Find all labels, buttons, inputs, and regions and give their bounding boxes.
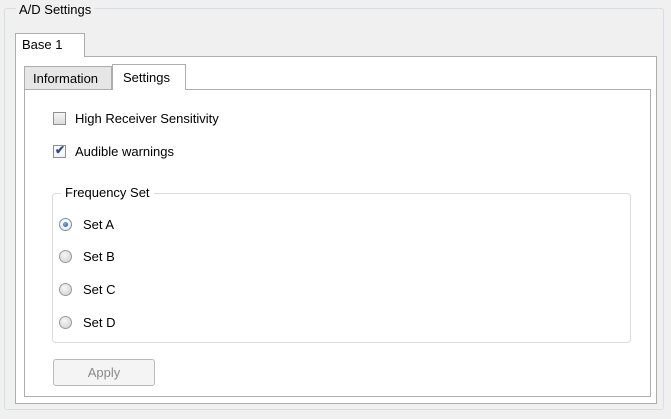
radio-set-d-button[interactable]: [59, 315, 72, 329]
high-receiver-sensitivity-option[interactable]: High Receiver Sensitivity: [53, 110, 219, 126]
tab-base-1-label: Base 1: [22, 37, 63, 52]
radio-set-c-button[interactable]: [59, 282, 72, 296]
radio-set-a[interactable]: Set A: [59, 216, 114, 232]
tab-base-1[interactable]: Base 1: [15, 33, 85, 57]
radio-set-c[interactable]: Set C: [59, 281, 116, 297]
radio-set-a-label: Set A: [83, 216, 115, 232]
audible-warnings-option[interactable]: ✔ Audible warnings: [53, 143, 174, 159]
radio-set-b-label: Set B: [83, 248, 115, 264]
tab-information[interactable]: Information: [24, 66, 112, 90]
frequency-set-title: Frequency Set: [61, 185, 154, 201]
tab-settings-label: Settings: [123, 70, 170, 85]
high-receiver-sensitivity-label: High Receiver Sensitivity: [75, 110, 219, 126]
apply-button[interactable]: Apply: [53, 359, 155, 386]
radio-set-b[interactable]: Set B: [59, 248, 115, 264]
frequency-set-group: [52, 193, 631, 343]
check-mark-icon: ✔: [55, 142, 66, 157]
radio-set-d-label: Set D: [83, 314, 116, 330]
audible-warnings-checkbox[interactable]: ✔: [53, 142, 66, 158]
radio-selected-dot-icon: [63, 221, 68, 227]
tab-information-label: Information: [33, 71, 99, 86]
radio-set-a-button[interactable]: [59, 217, 72, 231]
audible-warnings-label: Audible warnings: [75, 143, 175, 159]
radio-set-c-label: Set C: [83, 281, 116, 297]
radio-set-d[interactable]: Set D: [59, 314, 116, 330]
high-receiver-sensitivity-checkbox[interactable]: [53, 111, 66, 125]
tab-settings[interactable]: Settings: [112, 64, 186, 90]
ad-settings-title: A/D Settings: [16, 2, 95, 17]
radio-set-b-button[interactable]: [59, 249, 72, 263]
